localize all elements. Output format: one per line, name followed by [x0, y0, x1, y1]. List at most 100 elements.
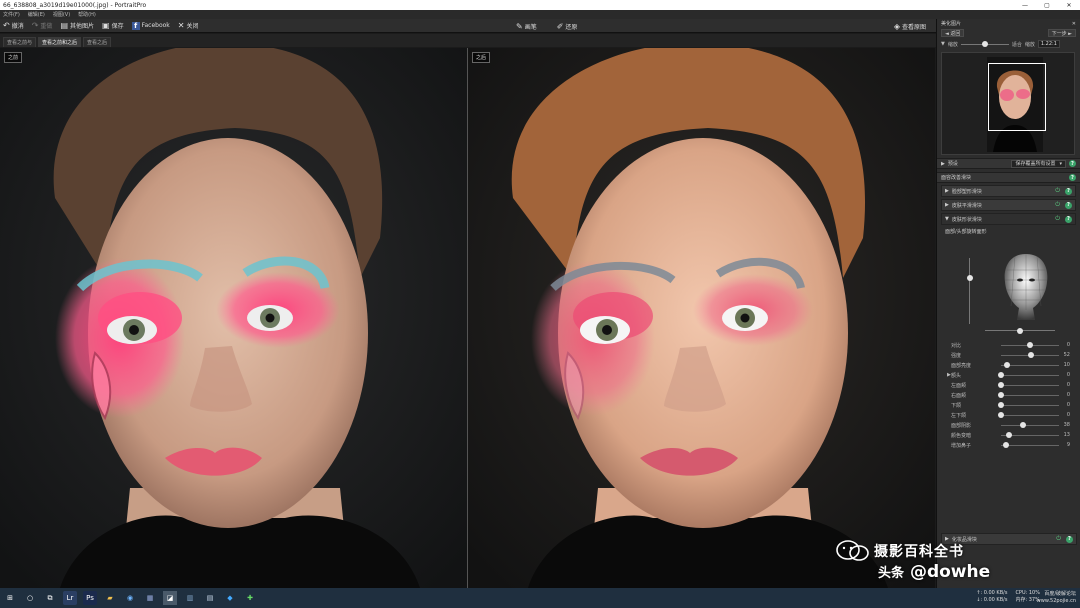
view-mode-tabs: 查看之前与 查看之前和之后 查看之后 [0, 34, 936, 47]
power-icon[interactable]: ⏻ [1056, 535, 1061, 543]
tab-before[interactable]: 查看之前与 [3, 37, 37, 47]
panel-close-icon[interactable]: ✕ [1072, 21, 1076, 27]
head-rotation-control [941, 238, 1076, 338]
next-button[interactable]: 下一步 ► [1047, 29, 1076, 37]
app-icon[interactable]: ▤ [203, 591, 217, 605]
facebook-button[interactable]: f Facebook [131, 21, 170, 30]
help-icon[interactable]: ? [1065, 215, 1072, 223]
slider-track[interactable] [1001, 432, 1059, 438]
menu-view[interactable]: 视图(V) [53, 11, 70, 18]
redo-icon: ↷ [31, 21, 39, 30]
close-window-button[interactable]: ✕ [1058, 2, 1080, 9]
photoshop-icon[interactable]: Ps [83, 591, 97, 605]
slider-track[interactable] [1001, 342, 1059, 348]
slider-label: 强度 [951, 352, 962, 359]
slider-label: 左面颊 [951, 382, 967, 389]
app-icon[interactable]: ◆ [223, 591, 237, 605]
menu-help[interactable]: 帮助(H) [78, 11, 96, 18]
slider-knob[interactable] [998, 372, 1004, 378]
view-original-button[interactable]: ◈ 查看原图 [894, 22, 926, 31]
3d-head-model-icon[interactable] [993, 250, 1059, 324]
watermark: 摄影百科全书 [836, 540, 964, 562]
slider-track[interactable] [1001, 352, 1059, 358]
lightroom-icon[interactable]: Lr [63, 591, 77, 605]
windows-start-icon[interactable]: ⊞ [3, 591, 17, 605]
portraitpro-taskbar-icon[interactable]: ◪ [163, 591, 177, 605]
group-skin-shape[interactable]: ▼ 皮肤形状滑块 ⏻? [941, 213, 1076, 225]
help-icon[interactable]: ? [1066, 535, 1073, 543]
menu-file[interactable]: 文件(F) [3, 11, 20, 18]
tab-after[interactable]: 查看之后 [83, 37, 112, 47]
back-button[interactable]: ◄ 返回 [941, 29, 965, 37]
maximize-button[interactable]: ▢ [1036, 2, 1058, 9]
after-image-pane[interactable]: 之后 [468, 48, 935, 588]
slider-knob[interactable] [998, 382, 1004, 388]
slider-track[interactable] [998, 412, 1059, 418]
panel-header: 美化图片 ✕ [937, 19, 1080, 28]
menu-edit[interactable]: 编辑(E) [28, 11, 45, 18]
zoom-slider-knob[interactable] [981, 41, 988, 47]
tray-text[interactable]: 百度/破解论坛 www.52pojie.cn [1037, 591, 1076, 605]
close-image-button[interactable]: ✕ 关闭 [178, 21, 199, 30]
slider-row: 增加鼻子 9 [937, 440, 1080, 450]
save-button[interactable]: ▣ 保存 [102, 21, 124, 30]
app-icon[interactable]: ✚ [243, 591, 257, 605]
help-icon[interactable]: ? [1065, 201, 1072, 209]
slider-track[interactable] [998, 382, 1059, 388]
help-icon[interactable]: ? [1069, 160, 1076, 167]
slider-value: 38 [1063, 422, 1070, 428]
help-icon[interactable]: ? [1065, 187, 1072, 195]
mask-brush-button[interactable]: ✎ 画笔 [516, 22, 537, 31]
tab-before-after[interactable]: 查看之前和之后 [38, 37, 82, 47]
search-icon[interactable]: ○ [23, 591, 37, 605]
slider-row: ▶ 额头 0 [937, 370, 1080, 380]
navigator-view-rectangle[interactable] [988, 63, 1046, 131]
horizontal-rotation-slider[interactable] [985, 327, 1055, 334]
undo-button[interactable]: ↶ 撤消 [3, 21, 24, 30]
slider-track[interactable] [998, 392, 1059, 398]
preset-dropdown[interactable]: 保存覆盖所有设置 ▾ [1011, 159, 1066, 168]
redo-button[interactable]: ↷ 重做 [32, 21, 53, 30]
slider-track[interactable] [998, 402, 1059, 408]
slider-knob[interactable] [998, 402, 1004, 408]
group-skin-smoothing[interactable]: ▶ 皮肤平滑滑块 ⏻? [941, 199, 1076, 211]
slider-knob[interactable] [1005, 432, 1012, 438]
slider-track[interactable] [998, 372, 1059, 378]
slider-knob[interactable] [1027, 342, 1033, 348]
power-icon[interactable]: ⏻ [1055, 201, 1060, 209]
restore-brush-button[interactable]: ✐ 还原 [557, 22, 578, 31]
slider-value: 0 [1066, 402, 1070, 408]
fit-button[interactable]: 适合 [1012, 41, 1022, 48]
collapse-arrow-icon[interactable]: ▼ [941, 41, 945, 47]
slider-knob[interactable] [998, 412, 1004, 418]
slider-knob[interactable] [1028, 352, 1035, 358]
open-image-button[interactable]: ▤ 其他图片 [60, 21, 94, 30]
slider-track[interactable] [1001, 442, 1059, 448]
navigator-preview[interactable] [941, 52, 1075, 155]
power-icon[interactable]: ⏻ [1055, 215, 1060, 223]
slider-label: 面部亮度 [951, 362, 972, 369]
slider-knob[interactable] [1020, 422, 1027, 428]
preset-arrow-icon[interactable]: ▶ [941, 161, 945, 167]
file-explorer-icon[interactable]: ▰ [103, 591, 117, 605]
vertical-rotation-knob[interactable] [966, 274, 973, 281]
app-icon[interactable]: ▥ [183, 591, 197, 605]
before-image-pane[interactable]: 之前 [0, 48, 467, 588]
chrome-icon[interactable]: ◉ [123, 591, 137, 605]
group-face-sculpt[interactable]: ▶ 脸部塑形滑块 ⏻? [941, 185, 1076, 197]
app-icon[interactable]: ▦ [143, 591, 157, 605]
minimize-button[interactable]: — [1014, 2, 1036, 9]
vertical-rotation-slider[interactable] [966, 258, 973, 324]
slider-knob[interactable] [1003, 442, 1010, 448]
task-view-icon[interactable]: ⧉ [43, 591, 57, 605]
power-icon[interactable]: ⏻ [1055, 187, 1060, 195]
horizontal-rotation-knob[interactable] [1017, 327, 1023, 334]
zoom-slider[interactable] [960, 41, 1009, 47]
zoom-value[interactable]: 1.22:1 [1037, 40, 1060, 48]
slider-knob[interactable] [1003, 362, 1010, 368]
slider-track[interactable] [1001, 362, 1059, 368]
open-image-icon: ▤ [60, 21, 68, 30]
slider-track[interactable] [1001, 422, 1059, 428]
help-icon[interactable]: ? [1069, 174, 1076, 181]
slider-knob[interactable] [998, 392, 1004, 398]
